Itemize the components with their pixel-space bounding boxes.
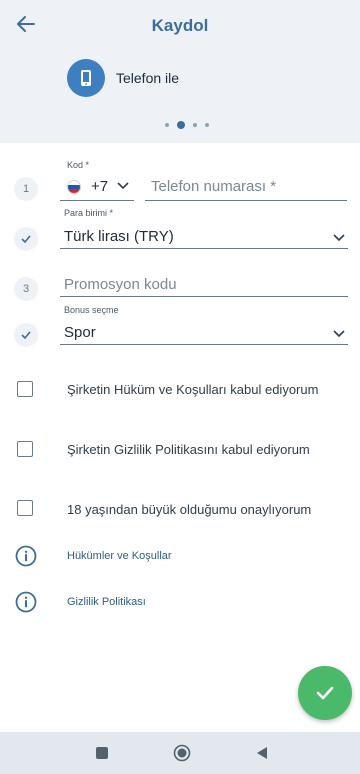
terms-checkbox-label[interactable]: Şirketin Hüküm ve Koşulları kabul ediyor…	[67, 382, 318, 397]
step-number: 3	[14, 277, 38, 301]
page-dot	[165, 123, 169, 127]
promo-underline	[60, 296, 348, 297]
check-icon	[14, 323, 38, 347]
check-icon	[14, 227, 38, 251]
info-icon	[15, 545, 37, 567]
chevron-down-icon	[333, 330, 345, 338]
phone-method-option[interactable]: Telefon ile	[67, 59, 179, 97]
promo-placeholder: Promosyon kodu	[64, 276, 177, 293]
currency-underline	[60, 248, 348, 249]
page-title: Kaydol	[151, 16, 209, 35]
terms-checkbox[interactable]	[17, 381, 33, 397]
russia-flag-icon	[67, 180, 81, 194]
currency-label: Para birimi *	[64, 208, 114, 218]
page-dot-active	[177, 121, 185, 129]
header: Kaydol Telefon ile	[0, 0, 360, 143]
privacy-link[interactable]: Gizlilik Politikası	[67, 596, 146, 608]
step-number: 1	[14, 177, 38, 201]
page-dot	[193, 123, 197, 127]
currency-value: Türk lirası (TRY)	[64, 228, 174, 245]
phone-input[interactable]: Telefon numarası *	[145, 172, 347, 202]
bonus-label: Bonus seçme	[64, 305, 119, 315]
phone-placeholder: Telefon numarası *	[151, 178, 277, 195]
bonus-select[interactable]: Spor	[60, 320, 348, 346]
code-underline	[60, 200, 134, 201]
info-icon	[15, 591, 37, 613]
privacy-checkbox-label[interactable]: Şirketin Gizlilik Politikasını kabul edi…	[67, 442, 310, 457]
age-checkbox[interactable]	[17, 500, 33, 516]
back-button-icon[interactable]	[255, 746, 269, 760]
currency-select[interactable]: Türk lirası (TRY)	[60, 224, 348, 250]
recents-button-icon[interactable]	[95, 746, 109, 760]
phone-icon	[67, 59, 105, 97]
method-label: Telefon ile	[116, 70, 180, 86]
page-dot	[205, 123, 209, 127]
checkmark-icon	[316, 686, 334, 700]
bonus-value: Spor	[64, 324, 96, 341]
page-indicator	[161, 121, 213, 129]
submit-button[interactable]	[298, 666, 352, 720]
bonus-underline	[60, 344, 348, 345]
country-code-value: +7	[91, 178, 109, 195]
privacy-checkbox[interactable]	[17, 441, 33, 457]
chevron-down-icon	[117, 182, 129, 190]
chevron-down-icon	[333, 234, 345, 242]
terms-link[interactable]: Hükümler ve Koşullar	[67, 550, 172, 562]
home-button-icon[interactable]	[173, 744, 191, 762]
system-navigation-bar	[0, 732, 360, 774]
age-checkbox-label[interactable]: 18 yaşından büyük olduğumu onaylıyorum	[67, 502, 311, 517]
phone-underline	[145, 200, 347, 201]
code-label: Kod *	[67, 160, 90, 170]
promo-code-input[interactable]: Promosyon kodu	[60, 270, 348, 296]
